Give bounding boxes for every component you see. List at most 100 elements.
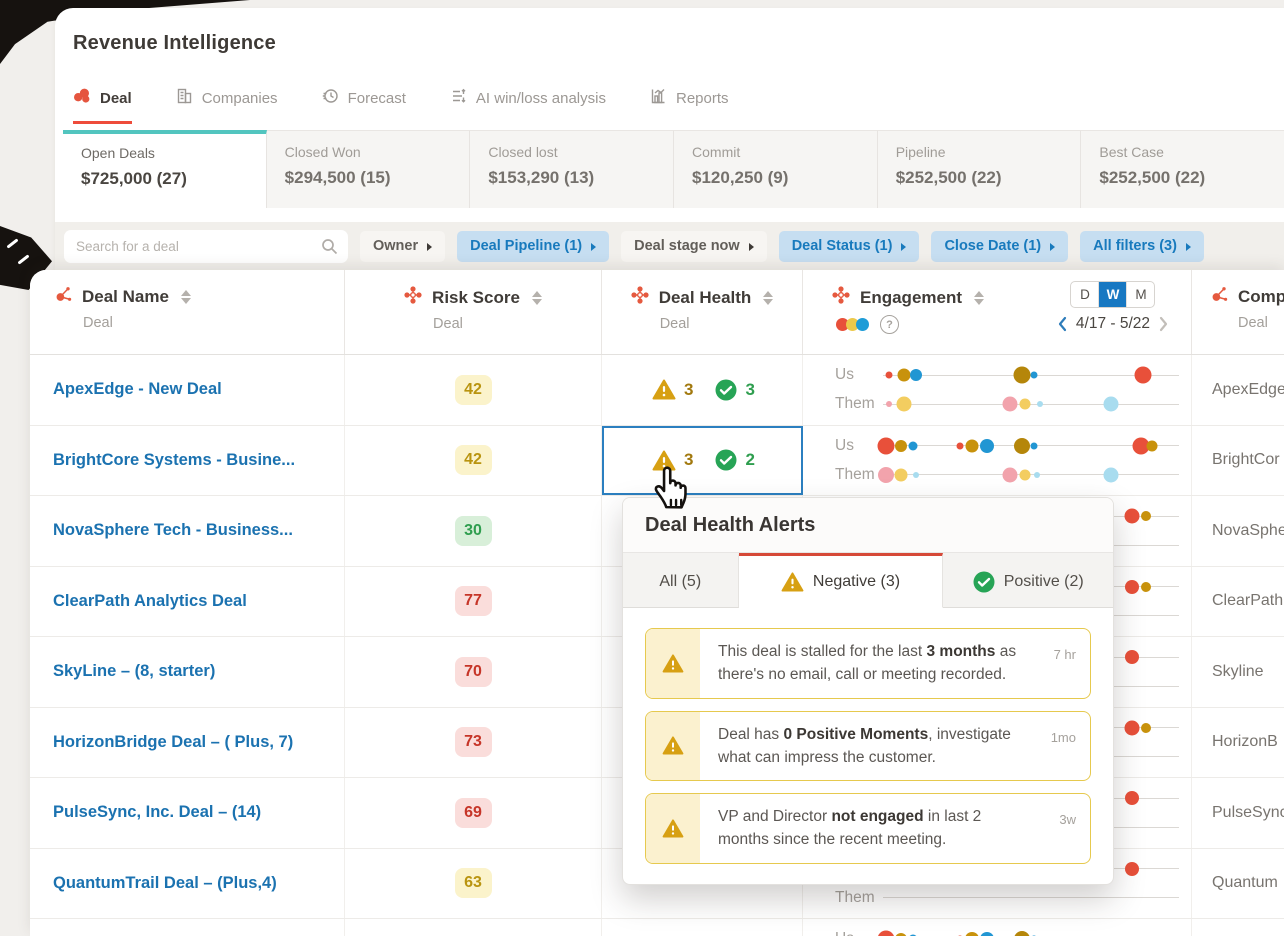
popup-tab[interactable]: Positive (2): [943, 553, 1113, 608]
column-header-company[interactable]: Comp Deal: [1192, 270, 1284, 354]
deal-health-cell[interactable]: 3 3: [602, 355, 803, 425]
deal-name-link[interactable]: [30, 919, 345, 936]
alert-card: This deal is stalled for the last 3 mont…: [645, 628, 1091, 699]
property-icon: [631, 286, 649, 309]
summary-card[interactable]: Best Case $252,500 (22): [1081, 130, 1284, 208]
tab-companies[interactable]: Companies: [176, 88, 278, 124]
us-label: Us: [835, 366, 854, 384]
tab-ai-win-loss-analysis[interactable]: AI win/loss analysis: [450, 88, 606, 124]
popup-tab-label: Negative (3): [812, 572, 901, 590]
summary-card[interactable]: Pipeline $252,500 (22): [877, 130, 1082, 208]
column-header-risk-score[interactable]: Risk Score Deal: [345, 270, 602, 354]
chevron-right-icon[interactable]: [1159, 316, 1169, 332]
alert-text: VP and Director not engaged in last 2 mo…: [718, 808, 982, 849]
help-icon[interactable]: ?: [880, 315, 899, 334]
engagement-dot: [1030, 442, 1038, 450]
engagement-dot: [1141, 511, 1152, 522]
filter-chip[interactable]: All filters (3): [1080, 230, 1204, 262]
filter-chip[interactable]: Owner: [360, 230, 446, 262]
popup-tab[interactable]: All (5): [623, 553, 739, 608]
main-tabs: Deal Companies Forecast AI win/loss analysi…: [73, 88, 729, 124]
deal-name-link[interactable]: BrightCore Systems - Busine...: [30, 425, 345, 495]
engagement-dot: [1124, 579, 1139, 594]
deal-name-link[interactable]: QuantumTrail Deal – (Plus,4): [30, 848, 345, 918]
engagement-dot: [1002, 396, 1018, 412]
engagement-dot: [1124, 508, 1140, 524]
hand-cursor-icon: [654, 466, 687, 509]
property-icon: [404, 286, 422, 309]
check-circle-icon: [715, 379, 737, 401]
deal-name-link[interactable]: NovaSphere Tech - Business...: [30, 496, 345, 566]
us-label: Us: [835, 930, 883, 936]
engagement-dot: [877, 437, 895, 455]
summary-card[interactable]: Closed Won $294,500 (15): [266, 130, 471, 208]
filter-chip[interactable]: Close Date (1): [931, 230, 1069, 262]
chevron-right-icon: [901, 242, 907, 251]
deal-health-cell[interactable]: 3 2: [602, 425, 803, 495]
risk-score-cell: [345, 919, 602, 936]
risk-score-cell: 73: [345, 707, 602, 777]
engagement-dot: [1019, 469, 1031, 481]
engagement-dot: [979, 932, 994, 936]
us-label: Us: [835, 436, 854, 454]
deal-health-cell[interactable]: [602, 919, 803, 936]
engagement-dot: [912, 471, 919, 478]
risk-score-badge: 63: [454, 868, 492, 899]
table-row: Us Them: [30, 919, 1284, 936]
deal-name-link[interactable]: PulseSync, Inc. Deal – (14): [30, 778, 345, 848]
summary-card-label: Best Case: [1099, 144, 1164, 160]
deal-name-link[interactable]: HorizonBridge Deal – ( Plus, 7): [30, 707, 345, 777]
legend-dot: [856, 318, 869, 331]
filter-chip[interactable]: Deal Status (1): [778, 230, 920, 262]
column-header-deal-health[interactable]: Deal Health Deal: [602, 270, 803, 354]
tab-deal[interactable]: Deal: [73, 88, 132, 124]
summary-card[interactable]: Commit $120,250 (9): [674, 130, 878, 208]
column-header-deal-name[interactable]: Deal Name Deal: [30, 270, 345, 354]
column-sublabel: Deal: [433, 316, 463, 332]
company-cell: NovaSphe: [1212, 521, 1284, 539]
us-timeline: [883, 366, 1179, 384]
tab-label: AI win/loss analysis: [475, 89, 606, 107]
popup-tabs: All (5) Negative (3) Positive (2): [623, 553, 1113, 608]
popup-tab[interactable]: Negative (3): [738, 553, 944, 608]
engagement-dot: [908, 441, 918, 451]
engagement-dot: [885, 371, 893, 379]
sort-icon: [763, 290, 774, 305]
chevron-left-icon[interactable]: [1057, 316, 1067, 332]
column-header-engagement[interactable]: Engagement ? DWM 4/17 - 5/22: [803, 270, 1192, 354]
risk-score-cell: 63: [345, 848, 602, 918]
engagement-dot: [877, 930, 895, 936]
tab-reports[interactable]: Reports: [650, 88, 729, 124]
alert-timestamp: 7 hr: [1053, 647, 1076, 662]
company-cell: Skyline: [1212, 662, 1264, 680]
engagement-dot: [896, 396, 912, 412]
search-placeholder: Search for a deal: [76, 238, 179, 254]
risk-score-badge: 77: [454, 586, 492, 617]
summary-card-value: $153,290 (13): [488, 168, 595, 187]
summary-card[interactable]: Open Deals $725,000 (27): [63, 130, 267, 208]
deal-name-link[interactable]: ApexEdge - New Deal: [30, 355, 345, 425]
sort-icon: [180, 290, 191, 304]
them-timeline: [883, 897, 1179, 899]
period-option-w[interactable]: W: [1099, 282, 1128, 307]
positive-alert-count: 2: [745, 450, 755, 470]
engagement-dot: [909, 369, 922, 382]
tab-label: Forecast: [347, 89, 406, 107]
engagement-dot: [1036, 401, 1043, 408]
period-option-m[interactable]: M: [1127, 282, 1154, 307]
summary-card-label: Closed Won: [284, 144, 361, 160]
warning-icon: [652, 379, 676, 400]
negative-alert-count: 3: [684, 379, 694, 399]
deal-name-link[interactable]: ClearPath Analytics Deal: [30, 566, 345, 636]
search-input[interactable]: Search for a deal: [64, 229, 348, 263]
tab-forecast[interactable]: Forecast: [322, 88, 406, 124]
summary-card[interactable]: Closed lost $153,290 (13): [470, 130, 675, 208]
filter-chip[interactable]: Deal Pipeline (1): [457, 230, 610, 262]
deal-name-link[interactable]: SkyLine – (8, starter): [30, 637, 345, 707]
summary-card-label: Commit: [692, 144, 741, 160]
filter-chip[interactable]: Deal stage now: [621, 230, 767, 262]
column-sublabel: Deal: [1238, 315, 1268, 331]
period-option-d[interactable]: D: [1071, 282, 1100, 307]
companies-icon: [177, 88, 191, 104]
risk-score-badge: 69: [454, 797, 492, 828]
